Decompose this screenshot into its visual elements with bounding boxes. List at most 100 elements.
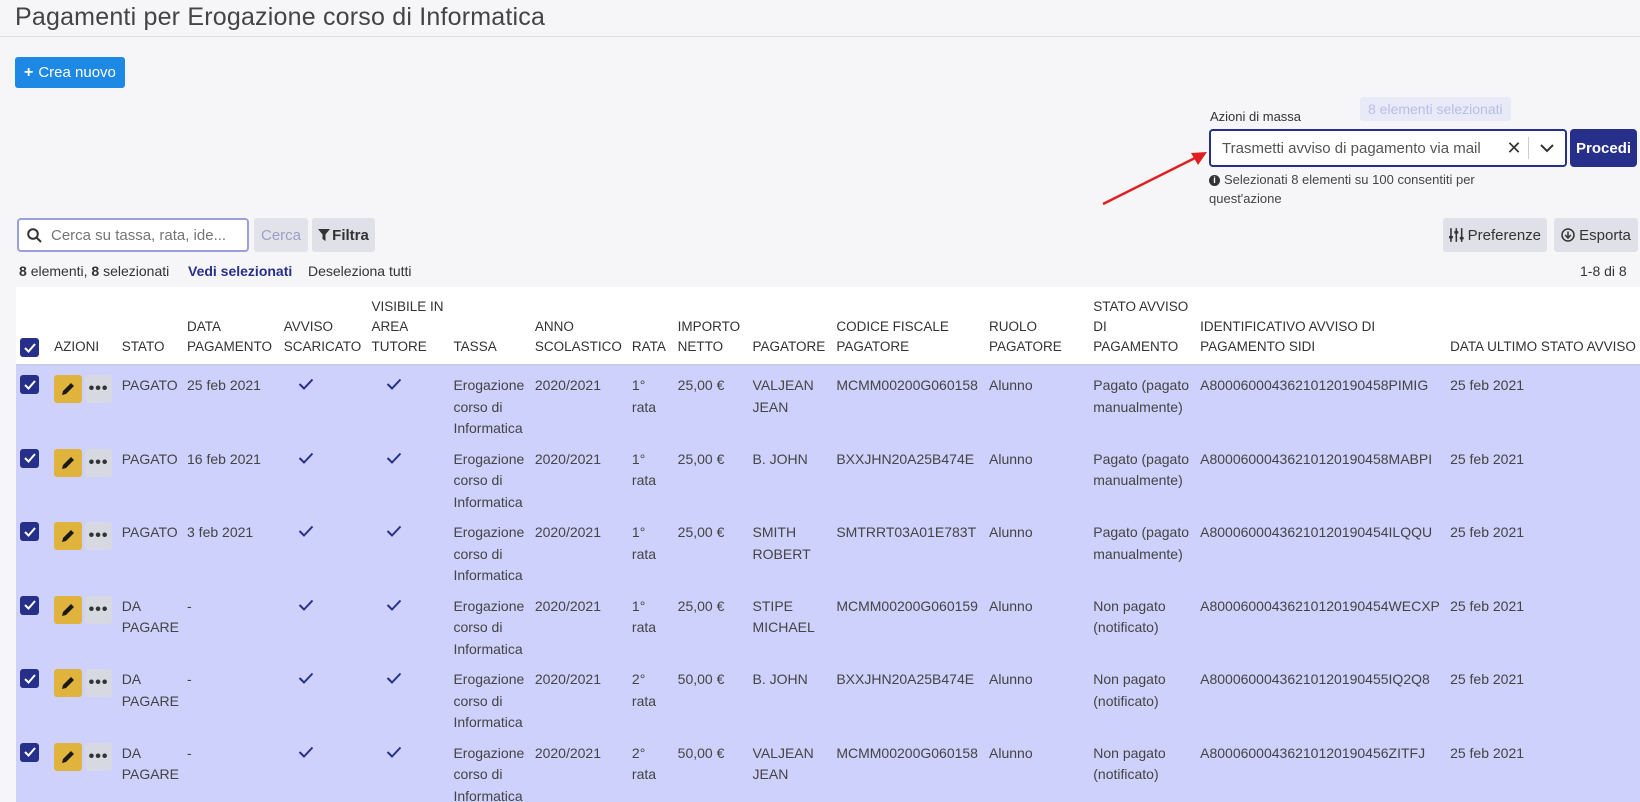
cell-identificativo-avviso: A80006000436210120190456ZITFJ [1200,744,1426,761]
row-select-cell[interactable] [16,587,50,661]
mass-actions-select[interactable]: Trasmetti avviso di pagamento via mail ✕ [1209,129,1567,167]
cell-ruolo-pagatore: Alunno [989,744,1033,761]
cell-data-pagamento: - [187,671,192,687]
cell-tassa: Erogazione corso di Informatica [453,597,525,657]
column-header: Identificativo avviso di pagamento SIDI [1196,287,1447,366]
cell-codice-fiscale: MCMM00200G060158 [836,744,978,761]
cell-identificativo-avviso: A80006000436210120190454ILQQU [1200,524,1433,540]
row-select-cell[interactable] [16,660,50,734]
table-row[interactable]: ••• PAGATO 3 feb 2021 Erogazione corso di I… [16,513,1640,587]
more-options-button[interactable]: ••• [85,375,113,403]
pencil-icon [62,530,75,542]
row-select-cell[interactable] [16,513,50,587]
search-input[interactable] [49,225,233,245]
select-all-checkbox[interactable] [20,338,39,357]
cell-visibile-area-tutore [368,365,450,440]
search-field[interactable] [17,218,249,252]
check-icon [23,600,36,610]
more-options-button[interactable]: ••• [85,448,113,477]
cell-importo-netto: 25,00 € [677,450,725,467]
mass-actions-info: i Selezionati 8 elementi su 100 consentit… [1209,170,1509,208]
table-row[interactable]: ••• PAGATO 25 feb 2021 Erogazione corso di … [16,365,1640,440]
cell-data-ultimo-stato: 25 feb 2021 [1450,744,1525,761]
create-new-button[interactable]: + Crea nuovo [15,57,125,88]
check-icon [386,524,402,540]
page-title: Pagamenti per Erogazione corso di Inform… [15,3,546,31]
cell-stato: PAGATO [121,450,178,467]
cell-stato: PAGATO [121,377,178,393]
cell-tassa: Erogazione corso di Informatica [453,524,525,583]
cell-rata: 1° rata [631,450,657,489]
cell-stato-avviso: Non pagato (notificato) [1093,597,1166,636]
pencil-icon [62,603,75,616]
edit-button[interactable] [54,595,83,624]
cell-visibile-area-tutore [368,734,450,802]
row-select-cell[interactable] [16,440,50,514]
check-icon [298,524,314,540]
clear-icon[interactable]: ✕ [1500,138,1528,159]
download-icon [1561,228,1575,242]
cell-rata: 1° rata [631,377,657,415]
row-select-cell[interactable] [16,734,50,802]
select-all-header[interactable] [16,287,51,366]
cell-anno-scolastico: 2020/2021 [534,377,602,393]
export-button[interactable]: Esporta [1554,218,1638,252]
row-checkbox[interactable] [20,448,39,468]
search-button[interactable]: Cerca [254,218,308,252]
deselect-all-link[interactable]: Deseleziona tutti [308,263,412,279]
row-actions-cell: ••• [50,734,118,802]
cell-stato-avviso: Pagato (pagato manualmente) [1093,377,1189,415]
mass-actions-info-text: Selezionati 8 elementi su 100 consentiti… [1209,172,1475,206]
row-checkbox[interactable] [20,522,39,541]
more-icon: ••• [88,600,109,618]
row-actions-cell: ••• [50,365,118,440]
export-label: Esporta [1579,226,1631,244]
check-icon [298,451,314,467]
filter-button[interactable]: Filtra [312,218,375,252]
more-options-button[interactable]: ••• [85,669,113,697]
cell-anno-scolastico: 2020/2021 [534,450,602,467]
cell-data-ultimo-stato: 25 feb 2021 [1450,671,1525,687]
cell-tassa: Erogazione corso di Informatica [453,450,525,510]
edit-button[interactable] [54,522,83,550]
cell-rata: 1° rata [631,597,657,636]
edit-button[interactable] [54,448,83,477]
row-checkbox[interactable] [20,742,39,762]
table-row[interactable]: ••• DA PAGARE - Erogazione corso di Informa… [16,586,1640,661]
cell-rata: 2° rata [631,671,657,709]
row-checkbox[interactable] [20,375,39,394]
cell-codice-fiscale: SMTRRT03A01E783T [836,524,977,540]
row-checkbox[interactable] [20,669,39,688]
edit-button[interactable] [54,375,83,403]
check-icon [23,453,36,463]
see-selected-link[interactable]: Vedi selezionati [188,263,292,279]
more-options-button[interactable]: ••• [85,522,113,550]
check-icon [23,379,36,390]
selection-summary: 8 elementi, 8 selezionati [19,263,169,279]
row-select-cell[interactable] [16,365,50,440]
table-row[interactable]: ••• PAGATO 16 feb 2021 Erogazione corso di … [16,439,1640,514]
table-row[interactable]: ••• DA PAGARE - Erogazione corso di Informa… [16,733,1640,802]
cell-anno-scolastico: 2020/2021 [534,744,602,761]
cell-avviso-scaricato [280,513,368,587]
preferences-button[interactable]: Preferenze [1443,218,1547,252]
check-icon [298,598,314,614]
check-icon [23,747,36,757]
cell-pagatore: VALJEAN JEAN [752,377,814,415]
cell-codice-fiscale: BXXJHN20A25B474E [836,671,975,687]
edit-button[interactable] [54,742,83,771]
cell-stato: DA PAGARE [121,597,179,636]
title-divider [0,36,1640,37]
cell-avviso-scaricato [280,660,368,734]
more-options-button[interactable]: ••• [85,742,113,771]
cell-data-ultimo-stato: 25 feb 2021 [1450,597,1525,614]
cell-importo-netto: 50,00 € [677,744,725,761]
more-options-button[interactable]: ••• [85,595,113,624]
cell-data-ultimo-stato: 25 feb 2021 [1450,450,1525,467]
chevron-down-icon[interactable] [1529,143,1565,153]
row-checkbox[interactable] [20,595,39,615]
cell-ruolo-pagatore: Alunno [989,671,1033,687]
proceed-button[interactable]: Procedi [1570,129,1637,167]
table-row[interactable]: ••• DA PAGARE - Erogazione corso di Informa… [16,660,1640,734]
edit-button[interactable] [54,669,83,697]
